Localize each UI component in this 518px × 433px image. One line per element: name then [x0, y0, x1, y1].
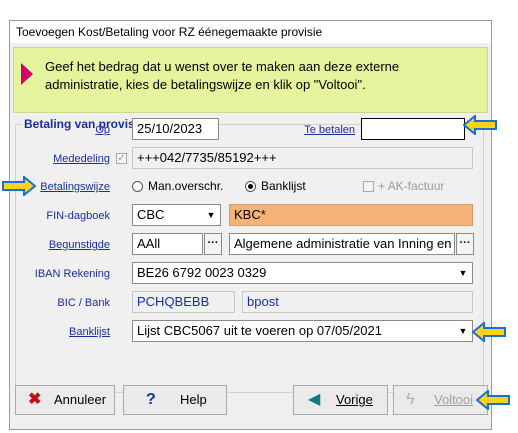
pink-arrow-icon: [21, 63, 33, 85]
info-message: Geef het bedrag dat u wenst over te make…: [45, 59, 400, 92]
banklijst-value: Lijst CBC5067 uit te voeren op 07/05/202…: [137, 323, 383, 338]
dialog-window: Toevoegen Kost/Betaling voor RZ éénegema…: [9, 20, 492, 430]
triangle-left-icon: ◀: [308, 391, 321, 408]
banklijst-select[interactable]: Lijst CBC5067 uit te voeren op 07/05/202…: [132, 320, 473, 342]
x-icon: ✖: [28, 391, 42, 408]
fin-dagboek-label: FIN-dagboek: [46, 210, 110, 222]
fin-dagboek-value: CBC: [137, 207, 165, 222]
radio-banklijst[interactable]: [245, 181, 256, 192]
lightning-icon: ϟ: [406, 391, 415, 408]
bic-value: PCHQBEBB: [132, 291, 235, 313]
fin-dagboek-select[interactable]: CBC ▼: [132, 204, 221, 226]
begunstigde-name-input[interactable]: Algemene administratie van Inning en inv: [229, 233, 455, 255]
help-label: Help: [180, 392, 207, 407]
op-date-input[interactable]: 25/10/2023: [132, 118, 219, 140]
vorige-label: Vorige: [336, 392, 373, 407]
radio-bank-label: Banklijst: [261, 179, 306, 193]
begunstigde-name-browse-button[interactable]: ···: [456, 233, 474, 255]
help-button[interactable]: ? Help: [123, 385, 227, 415]
vorige-button[interactable]: ◀ Vorige: [293, 385, 388, 415]
yellow-arrow-icon: [2, 176, 36, 196]
title-bar: Toevoegen Kost/Betaling voor RZ éénegema…: [10, 21, 491, 43]
chevron-down-icon[interactable]: ▼: [203, 206, 219, 224]
info-panel: Geef het bedrag dat u wenst over te make…: [13, 47, 488, 113]
annuleer-label: Annuleer: [54, 392, 107, 407]
op-label: Op: [95, 124, 110, 136]
iban-select[interactable]: BE26 6792 0023 0329 ▼: [132, 262, 473, 284]
bank-value: bpost: [242, 291, 473, 313]
bic-label: BIC / Bank: [57, 297, 110, 309]
window-title: Toevoegen Kost/Betaling voor RZ éénegema…: [16, 25, 323, 39]
te-betalen-label: Te betalen: [304, 124, 355, 136]
begunstigde-code-input[interactable]: AAll: [132, 233, 203, 255]
te-betalen-input[interactable]: [361, 118, 465, 140]
annuleer-button[interactable]: ✖ Annuleer: [15, 385, 115, 415]
question-icon: ?: [146, 391, 156, 408]
chevron-down-icon[interactable]: ▼: [455, 322, 471, 340]
yellow-arrow-icon: [463, 115, 497, 135]
voltooi-button[interactable]: ϟ Voltooi: [393, 385, 488, 415]
mededeling-label: Mededeling: [53, 153, 110, 165]
iban-label: IBAN Rekening: [34, 268, 110, 280]
voltooi-label: Voltooi: [434, 392, 474, 407]
ak-factuur-checkbox[interactable]: [363, 181, 374, 192]
fin-dagboek-desc: KBC*: [229, 204, 473, 226]
betalingswijze-label: Betalingswijze: [40, 181, 110, 193]
radio-man-label: Man.overschr.: [148, 179, 224, 193]
yellow-arrow-icon: [476, 390, 510, 410]
mededeling-input[interactable]: +++042/7735/85192+++: [132, 147, 473, 169]
yellow-arrow-icon: [472, 322, 506, 342]
begunstigde-browse-button[interactable]: ···: [204, 233, 222, 255]
chevron-down-icon[interactable]: ▼: [455, 264, 471, 282]
begunstigde-label: Begunstigde: [48, 239, 110, 251]
mededeling-checkbox[interactable]: ✓: [116, 153, 127, 164]
radio-man-overschr[interactable]: [132, 181, 143, 192]
ak-factuur-label: + AK-factuur: [378, 179, 445, 193]
banklijst-label: Banklijst: [69, 326, 110, 338]
iban-value: BE26 6792 0023 0329: [137, 265, 267, 280]
